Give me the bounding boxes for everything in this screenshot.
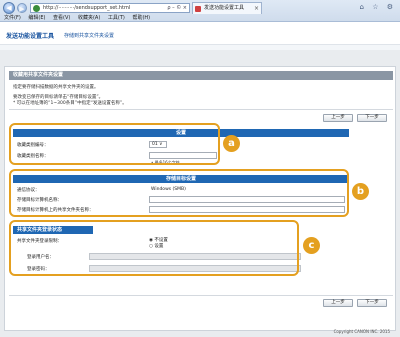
page-title: 发送功能设置工具 (6, 33, 55, 40)
callout-badge-c: c (303, 237, 320, 254)
globe-icon (33, 5, 40, 12)
copyright-text: Copyright CANON INC. 2015 (333, 329, 390, 334)
menu-tools[interactable]: 工具(T) (108, 15, 125, 21)
menu-favorites[interactable]: 收藏夹(A) (78, 15, 100, 21)
header-divider (0, 44, 400, 50)
toolbar-icons[interactable]: ⌂ ☆ ⚙ (360, 3, 396, 11)
close-tab-icon[interactable]: × (254, 3, 259, 14)
callout-badge-a: a (223, 135, 240, 152)
menu-file[interactable]: 文件(F) (4, 15, 21, 21)
menu-help[interactable]: 帮助(H) (132, 15, 150, 21)
panel-description: 指定要存储扫描数据的共享文件夹的设置。 (13, 85, 99, 90)
back-button-bottom[interactable]: 上一步 (323, 299, 353, 307)
menu-bar: 文件(F) 编辑(E) 查看(V) 收藏夹(A) 工具(T) 帮助(H) (0, 14, 400, 22)
next-button-top[interactable]: 下一步 (357, 114, 387, 122)
tab-title: 发送功能设置工具 (204, 5, 245, 11)
next-button-bottom[interactable]: 下一步 (357, 299, 387, 307)
tab-favicon-icon (195, 6, 201, 12)
address-tools[interactable]: ρ – © × (167, 4, 187, 12)
panel-description: * 可以在地址簿的“1~300条目”中指定“发送设置名称”。 (13, 101, 127, 106)
address-bar[interactable]: http://··········/sendsupport_set.html ρ… (30, 3, 190, 13)
callout-box-c (9, 220, 299, 276)
browser-tab[interactable]: 发送功能设置工具 × (192, 2, 262, 14)
back-arrow-icon[interactable]: ◀ (3, 2, 15, 14)
back-button-top[interactable]: 上一步 (323, 114, 353, 122)
callout-box-a (9, 123, 220, 165)
menu-edit[interactable]: 编辑(E) (28, 15, 45, 21)
forward-arrow-icon[interactable]: ▶ (17, 3, 27, 13)
browser-chrome: ◀ ▶ http://··········/sendsupport_set.ht… (0, 0, 400, 22)
divider (9, 295, 393, 296)
panel-title: 收藏用共享文件夹设置 (9, 71, 393, 80)
menu-view[interactable]: 查看(V) (53, 15, 70, 21)
divider (9, 109, 393, 110)
callout-box-b (9, 169, 349, 217)
page-header: 发送功能设置工具 存储到共享文件夹设置 (0, 22, 400, 50)
address-url: http://··········/sendsupport_set.html (43, 5, 131, 11)
callout-badge-b: b (352, 183, 369, 200)
page-subtitle: 存储到共享文件夹设置 (64, 33, 115, 39)
